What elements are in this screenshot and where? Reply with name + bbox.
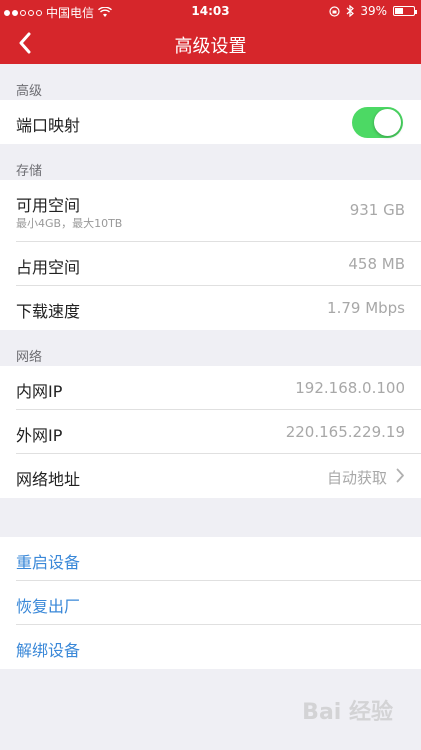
row-wan-ip: 外网IP 220.165.229.19 [16,410,421,454]
status-bar: 中国电信 14:03 39% [0,0,421,22]
available-space-hint: 最小4GB，最大10TB [16,217,123,230]
status-right: 39% [329,4,417,18]
section-title-advanced: 高级 [16,84,43,99]
unbind-device-label: 解绑设备 [16,641,81,660]
unbind-device-button[interactable]: 解绑设备 [16,625,421,669]
row-used-space: 占用空间 458 MB [16,242,421,286]
group-network: 内网IP 192.168.0.100 外网IP 220.165.229.19 网… [0,366,421,498]
available-space-label: 可用空间 [16,196,81,215]
available-space-value: 931 GB [349,201,405,219]
used-space-label: 占用空间 [16,258,81,277]
nav-bar: 高级设置 [0,22,421,64]
group-storage: 可用空间 最小4GB，最大10TB 931 GB 占用空间 458 MB 下载速… [0,180,421,330]
lan-ip-value: 192.168.0.100 [295,379,405,397]
wan-ip-value: 220.165.229.19 [285,423,405,441]
wan-ip-label: 外网IP [16,426,63,445]
row-lan-ip: 内网IP 192.168.0.100 [16,366,421,410]
row-network-address[interactable]: 网络地址 自动获取 [16,454,421,498]
bluetooth-icon [346,5,355,17]
network-address-value: 自动获取 [326,469,387,487]
used-space-value: 458 MB [348,255,405,273]
restart-device-button[interactable]: 重启设备 [16,537,421,581]
port-mapping-toggle[interactable] [352,107,403,138]
factory-reset-label: 恢复出厂 [16,597,81,616]
download-speed-label: 下载速度 [16,302,81,321]
row-available-space: 可用空间 最小4GB，最大10TB 931 GB [16,180,421,242]
header-bar: 中国电信 14:03 39% 高级设置 [0,0,421,64]
battery-percent: 39% [360,4,387,18]
download-speed-value: 1.79 Mbps [327,299,405,317]
chevron-right-icon [396,468,404,483]
section-title-network: 网络 [16,350,43,365]
row-download-speed: 下载速度 1.79 Mbps [16,286,421,330]
factory-reset-button[interactable]: 恢复出厂 [16,581,421,625]
watermark: Bai 经验 [302,700,393,725]
page-title: 高级设置 [174,36,247,57]
network-address-label: 网络地址 [16,470,81,489]
section-title-storage: 存储 [16,164,43,179]
port-mapping-label: 端口映射 [16,116,81,135]
row-port-mapping: 端口映射 [16,100,421,144]
rotation-lock-icon [329,5,340,17]
lan-ip-label: 内网IP [16,382,63,401]
battery-icon [393,6,417,16]
group-advanced: 端口映射 [0,100,421,144]
group-actions: 重启设备 恢复出厂 解绑设备 [0,537,421,669]
restart-device-label: 重启设备 [16,553,81,572]
